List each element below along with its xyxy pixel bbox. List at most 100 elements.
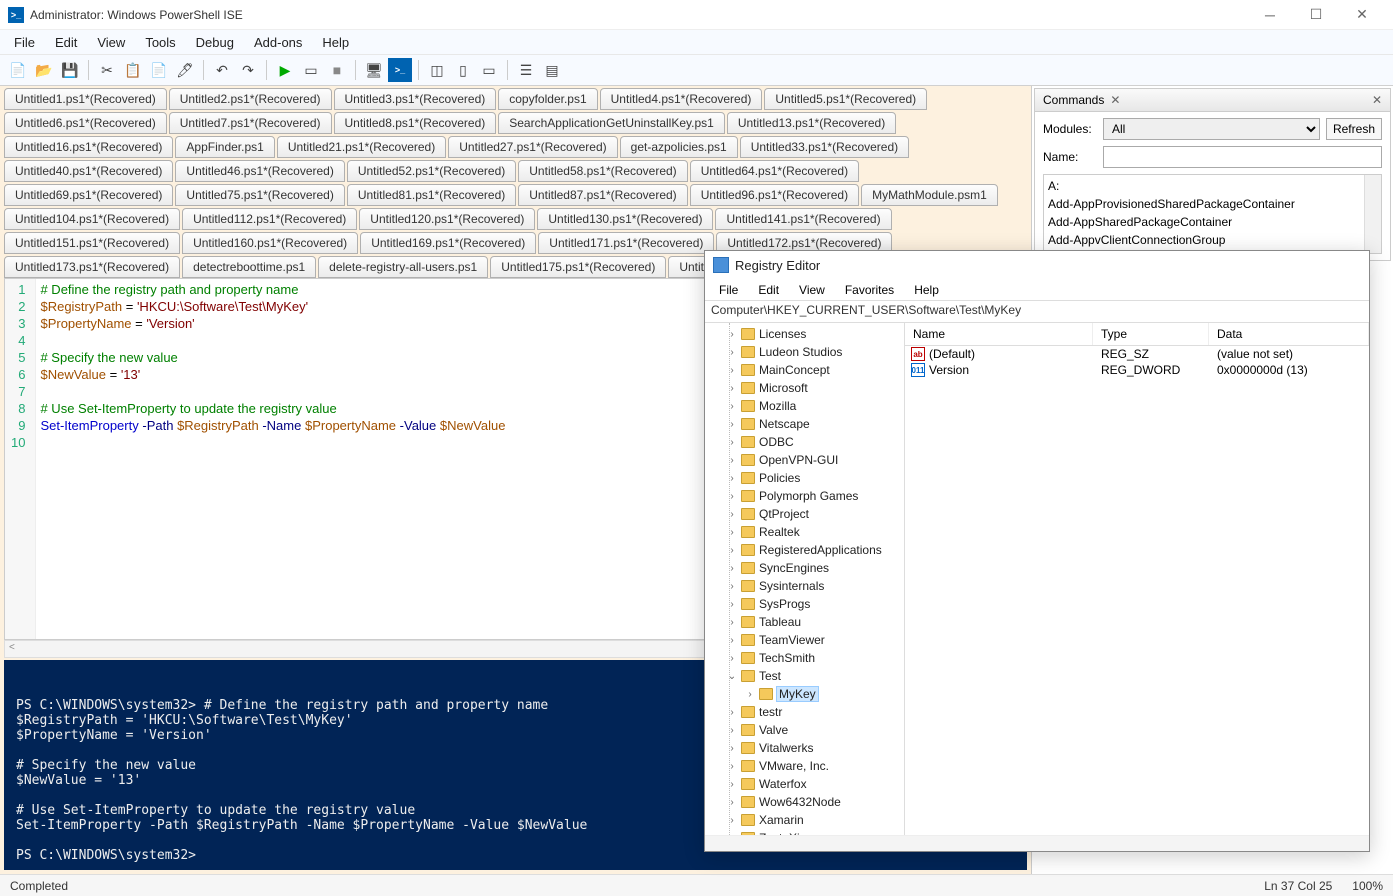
file-tab[interactable]: Untitled141.ps1*(Recovered) — [715, 208, 891, 230]
tree-node[interactable]: ›Waterfox — [741, 775, 904, 793]
code-area[interactable]: # Define the registry path and property … — [36, 279, 509, 639]
file-tab[interactable]: Untitled46.ps1*(Recovered) — [175, 160, 344, 182]
regedit-menu-edit[interactable]: Edit — [748, 281, 789, 299]
commands-list[interactable]: A:Add-AppProvisionedSharedPackageContain… — [1043, 174, 1382, 254]
file-tab[interactable]: MyMathModule.psm1 — [861, 184, 998, 206]
run-icon[interactable]: ▶ — [273, 58, 297, 82]
undo-icon[interactable]: ↶ — [210, 58, 234, 82]
file-tab[interactable]: Untitled75.ps1*(Recovered) — [175, 184, 344, 206]
col-type[interactable]: Type — [1093, 323, 1209, 345]
minimize-button[interactable]: ─ — [1247, 0, 1293, 30]
paste-icon[interactable]: 📄 — [147, 58, 171, 82]
tree-node[interactable]: ›Valve — [741, 721, 904, 739]
regedit-columns[interactable]: Name Type Data — [905, 323, 1369, 346]
file-tab[interactable]: Untitled104.ps1*(Recovered) — [4, 208, 180, 230]
maximize-button[interactable]: ☐ — [1293, 0, 1339, 30]
file-tab[interactable]: Untitled5.ps1*(Recovered) — [764, 88, 927, 110]
regedit-tree-hscroll[interactable] — [705, 835, 1369, 851]
file-tab[interactable]: Untitled13.ps1*(Recovered) — [727, 112, 896, 134]
command-item[interactable]: Add-AppvClientConnectionGroup — [1048, 231, 1377, 249]
file-tab[interactable]: copyfolder.ps1 — [498, 88, 597, 110]
tree-node[interactable]: ›QtProject — [741, 505, 904, 523]
file-tab[interactable]: detectreboottime.ps1 — [182, 256, 316, 278]
file-tab[interactable]: Untitled175.ps1*(Recovered) — [490, 256, 666, 278]
tree-node[interactable]: ›ODBC — [741, 433, 904, 451]
command-item[interactable]: A: — [1048, 177, 1377, 195]
tree-node[interactable]: ›Mozilla — [741, 397, 904, 415]
file-tab[interactable]: Untitled64.ps1*(Recovered) — [690, 160, 859, 182]
menu-tools[interactable]: Tools — [135, 33, 185, 52]
file-tab[interactable]: Untitled1.ps1*(Recovered) — [4, 88, 167, 110]
file-tab[interactable]: Untitled16.ps1*(Recovered) — [4, 136, 173, 158]
file-tab[interactable]: Untitled171.ps1*(Recovered) — [538, 232, 714, 254]
registry-editor-window[interactable]: Registry Editor File Edit View Favorites… — [704, 250, 1370, 852]
file-tab[interactable]: delete-registry-all-users.ps1 — [318, 256, 488, 278]
file-tab[interactable]: Untitled40.ps1*(Recovered) — [4, 160, 173, 182]
registry-value-row[interactable]: ab(Default)REG_SZ(value not set) — [905, 346, 1369, 362]
regedit-title-bar[interactable]: Registry Editor — [705, 251, 1369, 279]
file-tab[interactable]: Untitled21.ps1*(Recovered) — [277, 136, 446, 158]
command-item[interactable]: Add-AppSharedPackageContainer — [1048, 213, 1377, 231]
run-selection-icon[interactable]: ▭ — [299, 58, 323, 82]
tree-node[interactable]: ›testr — [741, 703, 904, 721]
tree-node[interactable]: ›Sysinternals — [741, 577, 904, 595]
file-tab[interactable]: Untitled151.ps1*(Recovered) — [4, 232, 180, 254]
tree-node[interactable]: ›Microsoft — [741, 379, 904, 397]
file-tab[interactable]: Untitled96.ps1*(Recovered) — [690, 184, 859, 206]
tree-node[interactable]: ›Netscape — [741, 415, 904, 433]
tree-node[interactable]: ›OpenVPN-GUI — [741, 451, 904, 469]
cut-icon[interactable]: ✂ — [95, 58, 119, 82]
tree-node[interactable]: ›Tableau — [741, 613, 904, 631]
tree-node[interactable]: ›VMware, Inc. — [741, 757, 904, 775]
tree-node[interactable]: ›Vitalwerks — [741, 739, 904, 757]
file-tab[interactable]: Untitled69.ps1*(Recovered) — [4, 184, 173, 206]
tree-node[interactable]: ›Realtek — [741, 523, 904, 541]
tree-node[interactable]: ›TechSmith — [741, 649, 904, 667]
col-name[interactable]: Name — [905, 323, 1093, 345]
refresh-button[interactable]: Refresh — [1326, 118, 1382, 140]
file-tab[interactable]: Untitled4.ps1*(Recovered) — [600, 88, 763, 110]
tree-node[interactable]: ›Wow6432Node — [741, 793, 904, 811]
remote-icon[interactable]: 🖥 — [362, 58, 386, 82]
command-item[interactable]: Add-AppProvisionedSharedPackageContainer — [1048, 195, 1377, 213]
file-tab[interactable]: Untitled7.ps1*(Recovered) — [169, 112, 332, 134]
file-tab[interactable]: Untitled27.ps1*(Recovered) — [448, 136, 617, 158]
file-tab[interactable]: Untitled33.ps1*(Recovered) — [740, 136, 909, 158]
redo-icon[interactable]: ↷ — [236, 58, 260, 82]
layout3-icon[interactable]: ▭ — [477, 58, 501, 82]
open-icon[interactable]: 📂 — [32, 58, 56, 82]
file-tab[interactable]: Untitled3.ps1*(Recovered) — [334, 88, 497, 110]
commands-scrollbar[interactable] — [1364, 175, 1381, 253]
regedit-menu-file[interactable]: File — [709, 281, 748, 299]
save-icon[interactable]: 💾 — [58, 58, 82, 82]
file-tab[interactable]: Untitled8.ps1*(Recovered) — [334, 112, 497, 134]
tree-node[interactable]: ›Licenses — [741, 325, 904, 343]
stop-icon[interactable]: ■ — [325, 58, 349, 82]
regedit-menu-view[interactable]: View — [789, 281, 835, 299]
show-script-icon[interactable]: ▤ — [540, 58, 564, 82]
regedit-menu-help[interactable]: Help — [904, 281, 949, 299]
clear-icon[interactable]: 🖊 — [173, 58, 197, 82]
regedit-tree[interactable]: ›Licenses›Ludeon Studios›MainConcept›Mic… — [705, 323, 905, 835]
menu-view[interactable]: View — [87, 33, 135, 52]
menu-debug[interactable]: Debug — [186, 33, 244, 52]
file-tab[interactable]: Untitled120.ps1*(Recovered) — [359, 208, 535, 230]
file-tab[interactable]: Untitled112.ps1*(Recovered) — [182, 208, 357, 230]
layout1-icon[interactable]: ◫ — [425, 58, 449, 82]
col-data[interactable]: Data — [1209, 323, 1369, 345]
file-tab[interactable]: Untitled2.ps1*(Recovered) — [169, 88, 332, 110]
file-tab[interactable]: Untitled130.ps1*(Recovered) — [537, 208, 713, 230]
file-tab[interactable]: AppFinder.ps1 — [175, 136, 274, 158]
new-icon[interactable]: 📄 — [6, 58, 30, 82]
tree-node[interactable]: ›ZyntaXis — [741, 829, 904, 835]
file-tab[interactable]: Untitled173.ps1*(Recovered) — [4, 256, 180, 278]
tree-node[interactable]: ›MainConcept — [741, 361, 904, 379]
tree-node[interactable]: ⌄Test — [741, 667, 904, 685]
file-tab[interactable]: Untitled169.ps1*(Recovered) — [360, 232, 536, 254]
show-command-icon[interactable]: ☰ — [514, 58, 538, 82]
file-tab[interactable]: get-azpolicies.ps1 — [620, 136, 738, 158]
file-tab[interactable]: Untitled6.ps1*(Recovered) — [4, 112, 167, 134]
powershell-icon[interactable]: >_ — [388, 58, 412, 82]
file-tab[interactable]: Untitled87.ps1*(Recovered) — [518, 184, 687, 206]
modules-select[interactable]: All — [1103, 118, 1320, 140]
